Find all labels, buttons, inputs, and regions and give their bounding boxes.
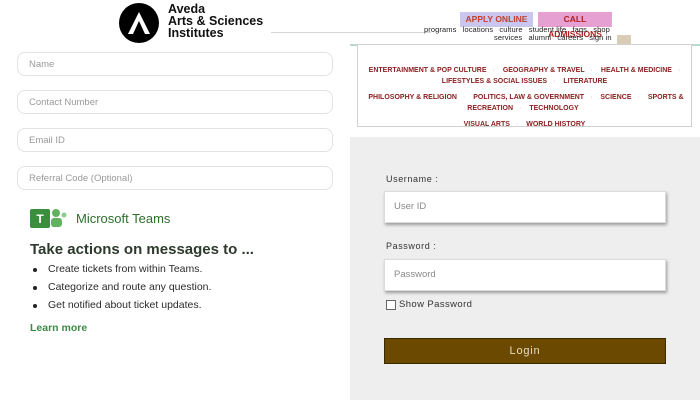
brand-name[interactable]: Aveda Arts & Sciences Institutes xyxy=(168,3,263,40)
topic-link[interactable]: LIFESTYLES & SOCIAL ISSUES xyxy=(442,78,547,85)
divider xyxy=(271,32,431,33)
svg-text:T: T xyxy=(36,212,44,226)
topic-link[interactable]: ENTERTAINMENT & POP CULTURE xyxy=(369,67,487,74)
topic-link[interactable]: POLITICS, LAW & GOVERNMENT xyxy=(473,94,584,101)
decorative-bar xyxy=(617,35,631,44)
topic-link[interactable]: LITERATURE xyxy=(563,78,607,85)
topic-link[interactable]: VISUAL ARTS xyxy=(464,121,510,128)
password-input[interactable]: Password xyxy=(384,259,666,291)
username-label: Username : xyxy=(386,174,439,184)
nav-alumni[interactable]: alumni xyxy=(529,33,552,42)
topic-link[interactable]: TECHNOLOGY xyxy=(529,105,578,112)
teams-title: Take actions on messages to ... xyxy=(30,241,254,258)
topic-line-1: ENTERTAINMENT & POP CULTURE · GEOGRAPHY &… xyxy=(368,67,681,85)
topic-line-3: VISUAL ARTS · WORLD HISTORY xyxy=(463,121,586,128)
password-label: Password : xyxy=(386,241,437,251)
email-field[interactable]: Email ID xyxy=(17,128,333,152)
topic-link[interactable]: GEOGRAPHY & TRAVEL xyxy=(503,67,585,74)
list-item: Get notified about ticket updates. xyxy=(30,299,211,317)
show-password-checkbox[interactable] xyxy=(386,300,396,310)
aveda-logo-icon[interactable] xyxy=(119,3,159,43)
referral-code-field[interactable]: Referral Code (Optional) xyxy=(17,166,333,190)
show-password-label[interactable]: Show Password xyxy=(399,299,472,310)
topic-link[interactable]: WORLD HISTORY xyxy=(526,121,585,128)
list-item: Create tickets from within Teams. xyxy=(30,263,211,281)
login-panel: Username : User ID Password : Password S… xyxy=(350,137,700,400)
nav-programs[interactable]: programs xyxy=(424,25,456,34)
site-header: Aveda Arts & Sciences Institutes APPLY O… xyxy=(0,0,700,46)
topic-line-2: PHILOSOPHY & RELIGION · POLITICS, LAW & G… xyxy=(368,94,684,112)
topic-link[interactable]: PHILOSOPHY & RELIGION xyxy=(368,94,457,101)
nav-careers[interactable]: careers xyxy=(557,33,583,42)
nav-services[interactable]: services xyxy=(494,33,522,42)
topic-link[interactable]: SCIENCE xyxy=(600,94,631,101)
login-button[interactable]: Login xyxy=(384,338,666,364)
teams-name: Microsoft Teams xyxy=(76,210,171,226)
nav-locations[interactable]: locations xyxy=(463,25,494,34)
nav-sign-in[interactable]: sign in xyxy=(589,33,611,42)
username-input[interactable]: User ID xyxy=(384,191,666,223)
topics-box: ENTERTAINMENT & POP CULTURE · GEOGRAPHY &… xyxy=(357,44,692,128)
teams-brand: T Microsoft Teams xyxy=(30,207,170,229)
top-nav-row-2: services alumni careers sign in xyxy=(494,33,616,42)
topic-link[interactable]: HEALTH & MEDICINE xyxy=(601,67,672,74)
list-item: Categorize and route any question. xyxy=(30,281,211,299)
name-field[interactable]: Name xyxy=(17,52,333,76)
microsoft-teams-icon: T xyxy=(30,207,68,229)
learn-more-link[interactable]: Learn more xyxy=(30,322,87,334)
contact-number-field[interactable]: Contact Number xyxy=(17,90,333,114)
teams-bullets: Create tickets from within Teams. Catego… xyxy=(30,263,211,317)
